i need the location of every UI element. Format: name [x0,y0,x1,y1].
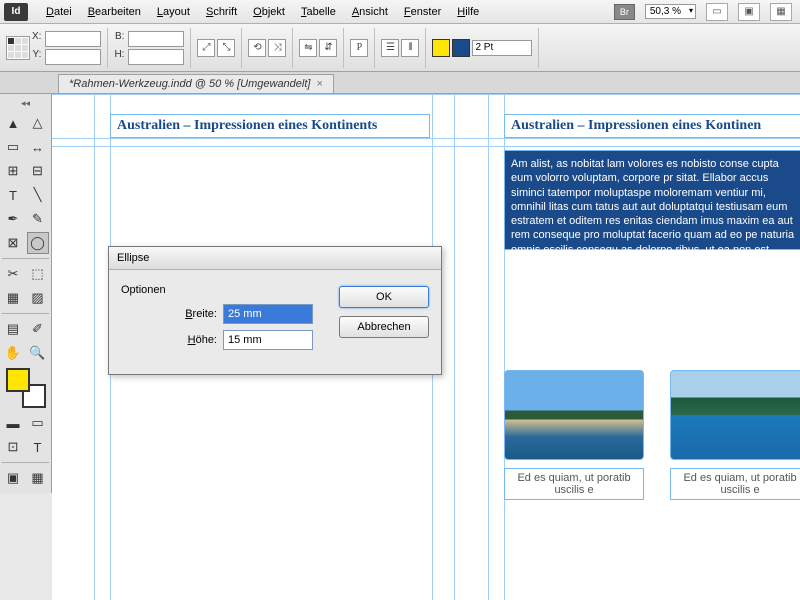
page-title-left: Australien – Impressionen eines Kontinen… [110,114,430,138]
type-tool[interactable]: T [2,184,24,206]
image-frame-2[interactable]: ⊂⊃ [670,370,800,460]
menu-tabelle[interactable]: Tabelle [293,3,344,21]
gradient-swatch-tool[interactable]: ▦ [2,287,24,309]
image-frame-1[interactable]: ⊂⊃ [504,370,644,460]
title-text-right: Australien – Impressionen eines Kontinen [511,118,761,133]
tab-title: *Rahmen-Werkzeug.indd @ 50 % [Umgewandel… [69,78,310,90]
eyedropper-tool[interactable]: ✐ [27,318,49,340]
fill-color[interactable] [6,368,30,392]
menu-bar: Id Datei Bearbeiten Layout Schrift Objek… [0,0,800,24]
distribute-icon[interactable]: ⦀ [401,39,419,57]
zoom-tool[interactable]: 🔍 [27,342,49,364]
body-text-frame: Am alist, as nobitat lam volores es nobi… [504,150,800,250]
screen-mode-icon[interactable]: ▣ [738,3,760,21]
fill-swatch[interactable] [432,39,450,57]
w-label: B: [114,31,124,47]
cancel-button[interactable]: Abbrechen [339,316,429,338]
scissors-tool[interactable]: ✂ [2,263,24,285]
control-bar: X: Y: B: H: ⤢ ⤡ ⟲ ⤨ ⇋ ⇵ P ☰ ⦀ [0,24,800,72]
width-label: Breite: [172,308,217,320]
y-field[interactable] [45,49,101,65]
document-tab-bar: *Rahmen-Werkzeug.indd @ 50 % [Umgewandel… [0,72,800,94]
link-badge-icon: ⊂⊃ [566,370,581,374]
menu-schrift[interactable]: Schrift [198,3,245,21]
tool-panel: ◂◂ ▲ △ ▭ ↔ ⊞ ⊟ T ╲ ✒ ✎ ⊠ ◯ ✂ ⬚ ▦ ▨ ▤ ✐ ✋… [0,94,52,493]
height-input[interactable] [223,330,313,350]
shear-icon[interactable]: ⤨ [268,39,286,57]
formatting-text-icon[interactable]: T [27,436,49,458]
rectangle-frame-tool[interactable]: ⊠ [2,232,24,254]
fill-stroke-proxy[interactable] [6,368,46,408]
pen-tool[interactable]: ✒ [2,208,24,230]
note-tool[interactable]: ▤ [2,318,24,340]
direct-selection-tool[interactable]: △ [27,112,49,134]
paragraph-style-icon[interactable]: P [350,39,368,57]
caption-2: Ed es quiam, ut poratib uscilis e [670,468,800,500]
scale-y-icon[interactable]: ⤡ [217,39,235,57]
content-placer-tool[interactable]: ⊟ [27,160,49,182]
gradient-feather-tool[interactable]: ▨ [27,287,49,309]
flip-v-icon[interactable]: ⇵ [319,39,337,57]
caption-1: Ed es quiam, ut poratib uscilis e [504,468,644,500]
dialog-title: Ellipse [109,247,441,270]
height-label: Höhe: [172,334,217,346]
bridge-badge[interactable]: Br [614,4,635,20]
y-label: Y: [32,49,41,65]
content-collector-tool[interactable]: ⊞ [2,160,24,182]
hand-tool[interactable]: ✋ [2,342,24,364]
preview-view-icon[interactable]: ▦ [27,467,49,489]
panel-collapse-icon[interactable]: ◂◂ [2,98,49,109]
arrange-icon[interactable]: ▦ [770,3,792,21]
menu-datei[interactable]: Datei [38,3,80,21]
formatting-container-icon[interactable]: ⊡ [2,436,24,458]
page-title-right: Australien – Impressionen eines Kontinen [504,114,800,138]
app-logo: Id [4,3,28,21]
selection-tool[interactable]: ▲ [2,112,24,134]
menu-hilfe[interactable]: Hilfe [449,3,487,21]
x-field[interactable] [45,31,101,47]
stroke-weight-field[interactable] [472,40,532,56]
w-field[interactable] [128,31,184,47]
scale-x-icon[interactable]: ⤢ [197,39,215,57]
ellipse-dialog: Ellipse Optionen Breite: Höhe: OK Abbrec… [108,246,442,375]
ellipse-tool[interactable]: ◯ [27,232,49,254]
ok-button[interactable]: OK [339,286,429,308]
reference-point[interactable] [6,36,30,60]
x-label: X: [32,31,41,47]
zoom-level[interactable]: 50,3 % [645,4,696,19]
menu-objekt[interactable]: Objekt [245,3,293,21]
menu-fenster[interactable]: Fenster [396,3,449,21]
body-text: Am alist, as nobitat lam volores es nobi… [511,158,798,356]
h-field[interactable] [128,49,184,65]
apply-gradient-icon[interactable]: ▭ [27,412,49,434]
normal-view-icon[interactable]: ▣ [2,467,24,489]
flip-h-icon[interactable]: ⇋ [299,39,317,57]
gap-tool[interactable]: ↔ [27,136,49,158]
menu-layout[interactable]: Layout [149,3,198,21]
width-input[interactable] [223,304,313,324]
document-tab[interactable]: *Rahmen-Werkzeug.indd @ 50 % [Umgewandel… [58,74,334,93]
page-tool[interactable]: ▭ [2,136,24,158]
apply-color-icon[interactable]: ▬ [2,412,24,434]
options-label: Optionen [121,284,319,296]
link-badge-icon: ⊂⊃ [732,370,747,374]
title-text-left: Australien – Impressionen eines Kontinen… [117,118,377,133]
pencil-tool[interactable]: ✎ [27,208,49,230]
view-mode-icon[interactable]: ▭ [706,3,728,21]
free-transform-tool[interactable]: ⬚ [27,263,49,285]
menu-bearbeiten[interactable]: Bearbeiten [80,3,149,21]
stroke-swatch[interactable] [452,39,470,57]
rotate-icon[interactable]: ⟲ [248,39,266,57]
line-tool[interactable]: ╲ [27,184,49,206]
h-label: H: [114,49,124,65]
tab-close-icon[interactable]: × [316,78,322,90]
align-icon[interactable]: ☰ [381,39,399,57]
menu-ansicht[interactable]: Ansicht [344,3,396,21]
